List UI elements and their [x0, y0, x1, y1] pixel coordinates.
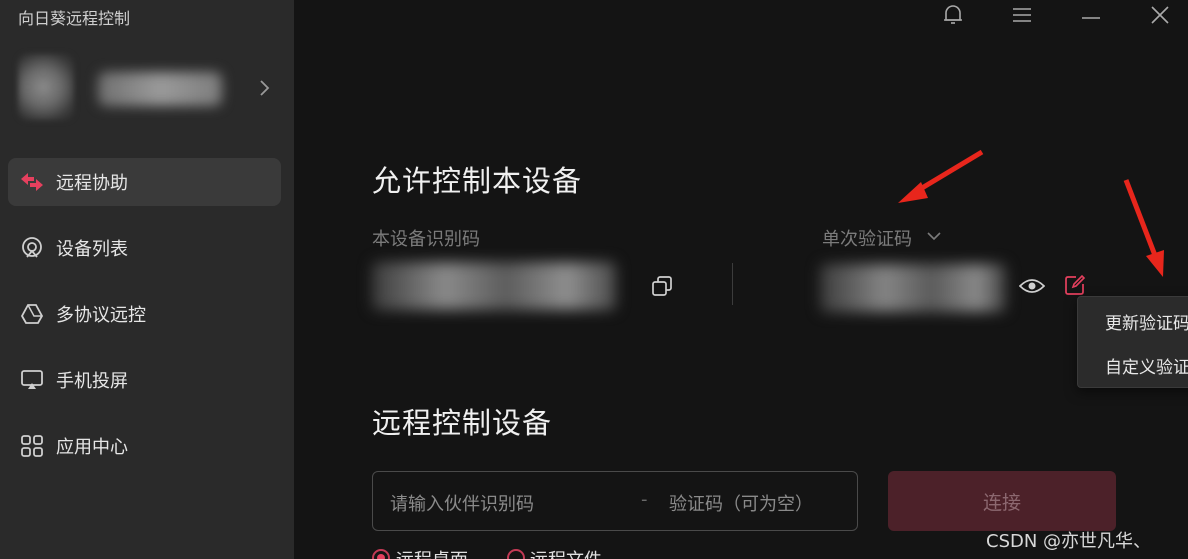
watermark: CSDN @亦世凡华、: [986, 531, 1152, 552]
annotation-arrow: [898, 149, 984, 203]
annotation-arrows: [898, 149, 1164, 277]
annotation-arrow: [1123, 179, 1164, 277]
